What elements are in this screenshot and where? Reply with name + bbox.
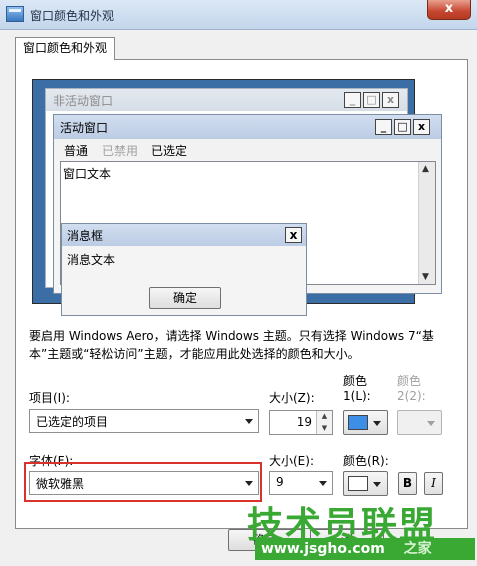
preview-menu-bar: 普通 已禁用 已选定: [54, 139, 441, 159]
bold-button[interactable]: B: [398, 472, 417, 495]
active-window-title: 活动窗口: [60, 121, 109, 135]
color2-label-line2: 2(2):: [397, 389, 426, 403]
watermark-suffix: 之家: [403, 541, 432, 557]
aero-description: 要启用 Windows Aero，请选择 Windows 主题。只有选择 Win…: [29, 329, 434, 361]
item-select-value: 已选定的项目: [36, 415, 109, 429]
color1-label-line2: 1(L):: [343, 389, 371, 403]
active-window-controls: _ □ x: [375, 119, 430, 135]
close-icon: x: [444, 1, 454, 16]
window-text: 窗口文本: [63, 167, 112, 181]
minimize-icon: _: [375, 119, 392, 135]
item-size-label: 大小(Z):: [269, 391, 315, 405]
item-select[interactable]: 已选定的项目: [29, 409, 259, 433]
minimize-icon: _: [344, 92, 361, 108]
font-color-swatch: [348, 476, 368, 491]
color2-label-line1: 颜色: [397, 374, 422, 388]
watermark: 技术员联盟 www.jsgho.com 之家: [247, 496, 475, 564]
color1-label-line1: 颜色: [343, 374, 368, 388]
font-size-select[interactable]: 9: [269, 471, 333, 495]
spinner-buttons[interactable]: ▲ ▼: [316, 411, 332, 434]
font-color-label: 颜色(R):: [343, 454, 389, 468]
close-icon: x: [285, 227, 302, 243]
inactive-window-title: 非活动窗口: [53, 94, 114, 108]
chevron-down-icon: [319, 481, 327, 486]
color1-swatch: [348, 415, 368, 430]
preview-scrollbar: ▲ ▼: [418, 162, 435, 284]
maximize-icon: □: [363, 92, 380, 108]
inactive-window-caption: 非活动窗口 _ □ x: [46, 89, 407, 111]
chevron-down-icon: [427, 421, 435, 426]
message-text: 消息文本: [67, 253, 116, 267]
active-window-caption: 活动窗口 _ □ x: [54, 115, 441, 139]
menu-normal: 普通: [64, 144, 89, 158]
scroll-up-icon: ▲: [422, 164, 429, 174]
item-label: 项目(I):: [29, 391, 70, 405]
menu-disabled: 已禁用: [102, 144, 139, 158]
close-icon: x: [413, 119, 430, 135]
close-icon: x: [382, 92, 399, 108]
chevron-down-icon: [373, 421, 381, 426]
spin-down-icon[interactable]: ▼: [317, 422, 332, 434]
watermark-url: www.jsgho.com: [261, 541, 385, 557]
color2-button[interactable]: [397, 410, 442, 435]
color1-button[interactable]: [343, 410, 388, 435]
watermark-url-bar: www.jsgho.com 之家: [255, 538, 475, 560]
chevron-down-icon: [245, 419, 253, 424]
title-bar: 窗口颜色和外观 x: [0, 0, 477, 30]
font-size-label: 大小(E):: [269, 454, 314, 468]
tab-window-color-appearance[interactable]: 窗口颜色和外观: [15, 37, 115, 60]
close-button[interactable]: x: [427, 0, 471, 20]
window-icon: [6, 6, 24, 22]
chevron-down-icon: [373, 482, 381, 487]
menu-selected: 已选定: [151, 144, 188, 158]
item-size-value: 19: [296, 415, 312, 429]
item-size-spinner[interactable]: 19 ▲ ▼: [269, 410, 333, 435]
preview-ok-button: 确定: [149, 287, 221, 309]
font-color-button[interactable]: [343, 471, 388, 496]
preview-message-box: 消息框 x 消息文本 确定: [61, 223, 307, 316]
message-box-title: 消息框: [67, 229, 104, 243]
highlight-box: [24, 462, 262, 502]
italic-button[interactable]: I: [424, 472, 443, 495]
message-box-caption: 消息框 x: [62, 224, 306, 246]
window-title: 窗口颜色和外观: [30, 9, 115, 23]
scroll-down-icon: ▼: [422, 272, 429, 282]
spin-up-icon[interactable]: ▲: [317, 411, 332, 423]
inactive-window-controls: _ □ x: [344, 92, 399, 108]
font-size-value: 9: [276, 475, 284, 489]
maximize-icon: □: [394, 119, 411, 135]
